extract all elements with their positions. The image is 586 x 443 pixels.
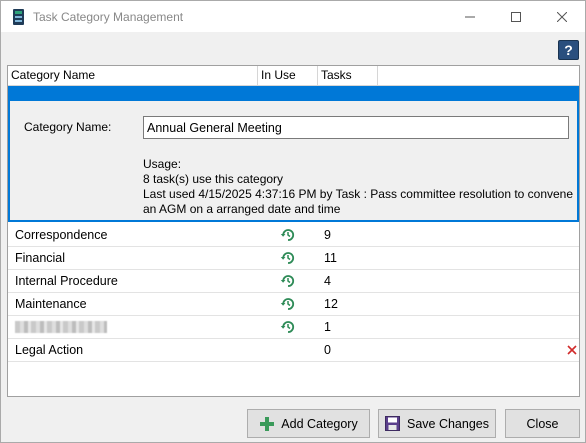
maximize-icon [511,11,521,22]
in-use-history-icon [280,229,295,241]
plus-icon [259,416,275,432]
table-row[interactable]: Financial 11 [8,247,579,270]
task-count-cell: 1 [324,320,331,334]
category-name-cell: Maintenance [15,297,87,311]
grid-header: Category Name In Use Tasks [8,66,579,86]
close-button[interactable]: Close [505,409,580,438]
task-count-cell: 12 [324,297,338,311]
column-header-category-name[interactable]: Category Name [8,66,258,86]
category-grid: Category Name In Use Tasks Category Name… [7,65,580,397]
in-use-history-icon [280,321,295,333]
task-count-cell: 11 [324,251,337,265]
in-use-history-icon [280,252,295,264]
maximize-button[interactable] [493,1,539,32]
usage-heading: Usage: [143,157,182,171]
category-name-cell: Correspondence [15,228,108,242]
usage-last-used-continued: an AGM on a arranged date and time [143,202,341,216]
category-name-input[interactable] [143,116,569,139]
redacted-text [15,321,107,333]
in-use-history-icon [280,275,295,287]
table-row[interactable]: Legal Action 0 [8,339,579,362]
save-changes-label: Save Changes [406,416,489,431]
close-label: Close [526,416,559,431]
category-edit-panel: Category Name: Usage: 8 task(s) use this… [8,101,579,222]
window-title: Task Category Management [33,9,184,24]
table-row[interactable]: Correspondence 9 [8,224,579,247]
save-changes-button[interactable]: Save Changes [378,409,496,438]
close-window-button[interactable] [539,1,585,32]
close-icon [557,11,567,22]
add-category-label: Add Category [281,416,358,431]
column-header-in-use[interactable]: In Use [258,66,318,86]
category-name-cell-redacted [15,320,107,336]
category-name-cell: Legal Action [15,343,84,357]
table-row[interactable]: Maintenance 12 [8,293,579,316]
usage-info: Usage: 8 task(s) use this category Last … [143,157,573,217]
minimize-button[interactable] [447,1,493,32]
floppy-disk-icon [385,416,401,432]
delete-icon[interactable] [567,345,577,355]
task-category-window: Task Category Management ? Category Name… [0,0,586,443]
task-count-cell: 4 [324,274,331,288]
category-name-label: Category Name: [24,120,112,134]
table-row[interactable]: Internal Procedure 4 [8,270,579,293]
in-use-history-icon [280,298,295,310]
task-count-cell: 9 [324,228,331,242]
selected-row[interactable] [8,86,579,101]
category-name-cell: Internal Procedure [15,274,118,288]
usage-count: 8 task(s) use this category [143,172,284,186]
table-row[interactable]: 1 [8,316,579,339]
column-header-filler [378,66,579,86]
app-icon [13,8,24,25]
title-bar: Task Category Management [1,1,585,32]
task-count-cell: 0 [324,343,331,357]
help-button[interactable]: ? [558,40,579,60]
minimize-icon [465,16,475,17]
column-header-tasks[interactable]: Tasks [318,66,378,86]
usage-last-used: Last used 4/15/2025 4:37:16 PM by Task :… [143,187,574,201]
add-category-button[interactable]: Add Category [247,409,370,438]
category-name-cell: Financial [15,251,66,265]
